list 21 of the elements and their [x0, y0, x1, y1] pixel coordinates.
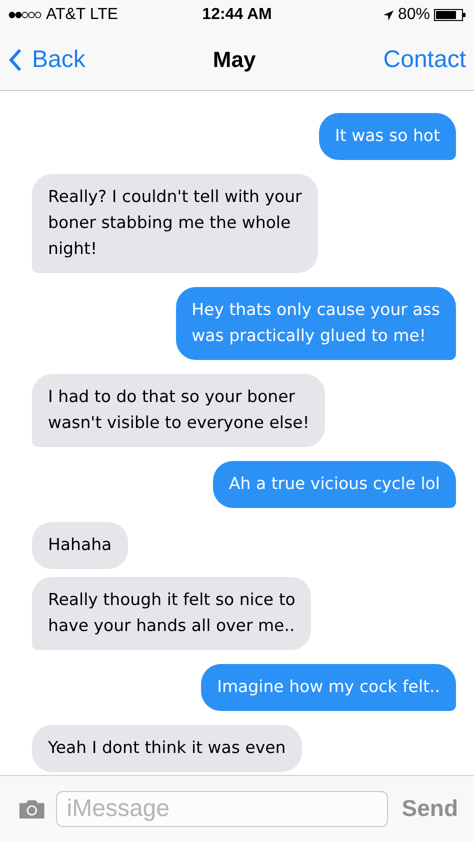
- message-bubble: Yeah I dont think it was even: [32, 725, 302, 772]
- contact-button[interactable]: Contact: [383, 46, 466, 74]
- send-button[interactable]: Send: [398, 795, 462, 822]
- message-bubble: Ah a true vicious cycle lol: [212, 461, 456, 508]
- location-arrow-icon: [382, 10, 394, 20]
- message-bubble: I had to do that so your boner wasn't visible to everyone else!: [32, 374, 326, 447]
- message-bubble: Really? I couldn't tell with your boner stabbing me the whole night!: [32, 174, 318, 273]
- battery-percent: 80%: [398, 6, 430, 24]
- carrier-label: AT&T LTE: [46, 6, 118, 24]
- message-bubble: Imagine how my cock felt..: [201, 664, 456, 711]
- chevron-icon: [8, 48, 22, 72]
- battery-icon: [434, 9, 466, 21]
- signal-icon: [8, 11, 42, 19]
- message-bubble: Really though it felt so nice to have your hands all over me..: [32, 577, 312, 650]
- message-field[interactable]: iMessage: [56, 790, 388, 826]
- message-bubble: Hahaha: [32, 522, 128, 569]
- message-bubble: Hey thats only cause your ass was practically glued to me!: [176, 287, 456, 360]
- contact-name: May: [212, 47, 256, 73]
- status-time: 12:44 AM: [202, 6, 272, 24]
- back-button[interactable]: Back: [8, 46, 86, 74]
- message-bubble: It was so hot: [319, 113, 456, 160]
